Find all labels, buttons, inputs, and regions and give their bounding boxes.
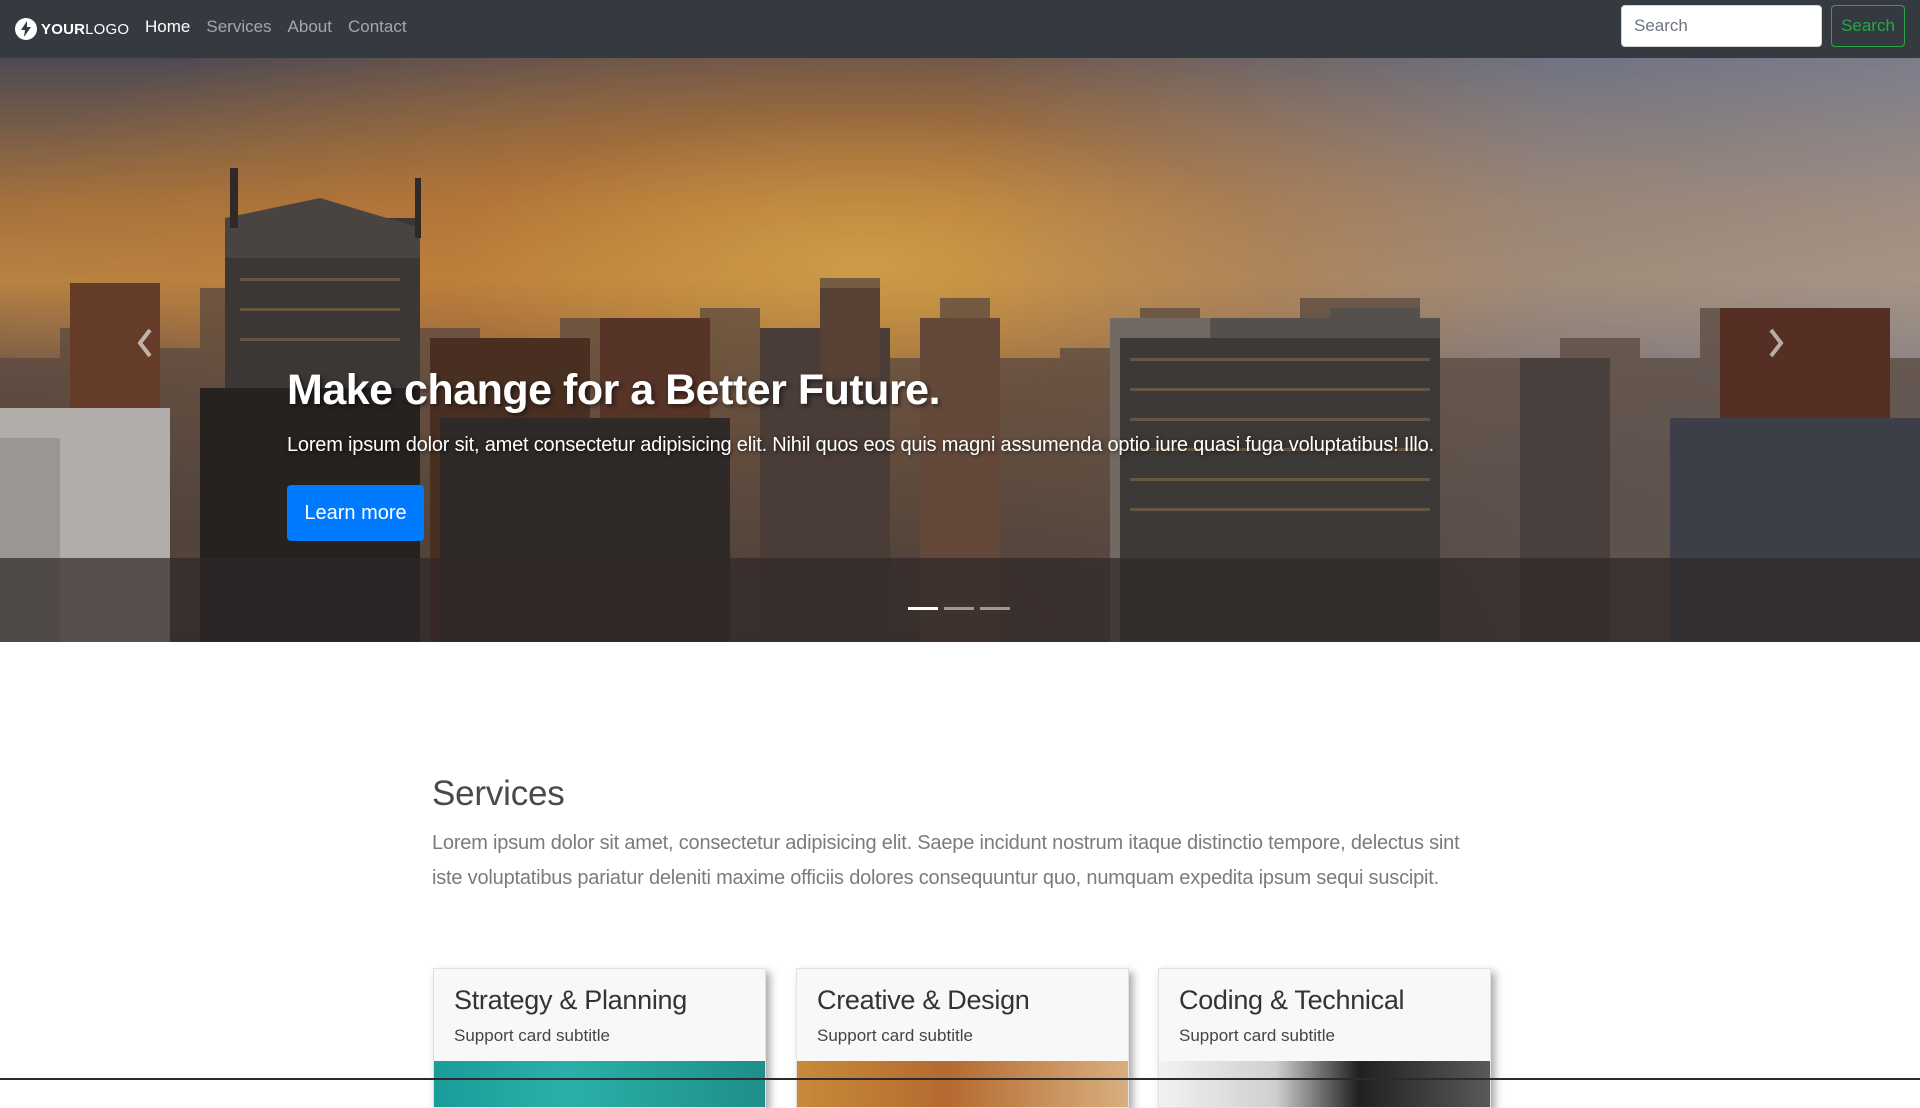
- logo-text-light: LOGO: [85, 20, 130, 38]
- brand-logo[interactable]: YOUR LOGO: [15, 16, 129, 42]
- carousel-indicators: [908, 607, 1016, 610]
- service-card-coding[interactable]: Coding & Technical Support card subtitle: [1158, 968, 1491, 1108]
- nav-link-home[interactable]: Home: [145, 15, 190, 39]
- hero-title: Make change for a Better Future.: [287, 366, 941, 414]
- learn-more-button[interactable]: Learn more: [287, 485, 424, 541]
- logo-text-bold: YOUR: [41, 20, 86, 38]
- card-image: [797, 1061, 1128, 1107]
- card-image: [434, 1061, 765, 1107]
- carousel-indicator[interactable]: [944, 607, 974, 610]
- carousel-prev-chevron-left-icon[interactable]: [134, 326, 156, 360]
- carousel-next-chevron-right-icon[interactable]: [1765, 326, 1787, 360]
- lightning-icon: [15, 18, 37, 40]
- nav-links: Home Services About Contact: [145, 15, 423, 39]
- nav-link-contact[interactable]: Contact: [348, 15, 407, 39]
- services-heading: Services: [432, 774, 565, 813]
- search-input[interactable]: [1621, 5, 1822, 47]
- card-title: Strategy & Planning: [454, 985, 687, 1015]
- hero-text: Lorem ipsum dolor sit, amet consectetur …: [287, 434, 1434, 456]
- carousel-indicator[interactable]: [980, 607, 1010, 610]
- carousel-indicator[interactable]: [908, 607, 938, 610]
- card-image: [1159, 1061, 1490, 1107]
- card-subtitle: Support card subtitle: [1179, 1026, 1335, 1045]
- card-title: Creative & Design: [817, 985, 1030, 1015]
- search-button[interactable]: Search: [1831, 5, 1905, 47]
- hero-carousel: Make change for a Better Future. Lorem i…: [0, 58, 1920, 642]
- card-title: Coding & Technical: [1179, 985, 1405, 1015]
- service-card-creative[interactable]: Creative & Design Support card subtitle: [796, 968, 1129, 1108]
- card-subtitle: Support card subtitle: [454, 1026, 610, 1045]
- nav-link-services[interactable]: Services: [206, 15, 271, 39]
- nav-link-about[interactable]: About: [288, 15, 332, 39]
- services-description: Lorem ipsum dolor sit amet, consectetur …: [432, 832, 1460, 889]
- service-card-strategy[interactable]: Strategy & Planning Support card subtitl…: [433, 968, 766, 1108]
- card-subtitle: Support card subtitle: [817, 1026, 973, 1045]
- navbar: YOUR LOGO Home Services About Contact Se…: [0, 0, 1920, 58]
- hero-overlay: [0, 58, 1920, 642]
